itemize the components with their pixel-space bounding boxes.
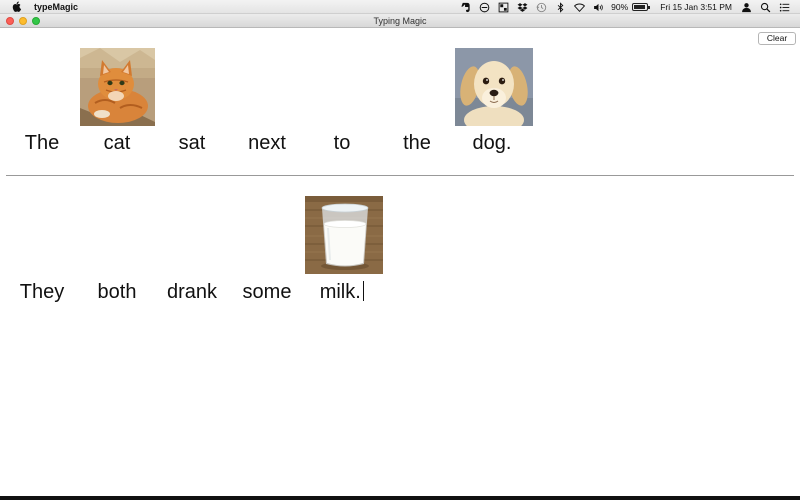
milk-picture bbox=[305, 196, 383, 274]
evernote-icon[interactable] bbox=[460, 2, 471, 13]
word-text[interactable]: cat bbox=[80, 131, 154, 155]
word-text[interactable]: dog. bbox=[455, 131, 529, 155]
battery-icon[interactable] bbox=[632, 3, 651, 11]
window-manager-icon[interactable] bbox=[498, 2, 509, 13]
dog-picture bbox=[455, 48, 533, 126]
window-bottom-edge bbox=[0, 496, 800, 500]
cat-picture bbox=[80, 48, 155, 126]
spotlight-search-icon[interactable] bbox=[760, 2, 771, 13]
dropbox-icon[interactable] bbox=[517, 2, 528, 13]
status-area: 90% Fri 15 Jan 3:51 PM bbox=[456, 0, 794, 14]
wifi-icon[interactable] bbox=[574, 2, 586, 13]
time-machine-icon[interactable] bbox=[536, 2, 547, 13]
user-icon[interactable] bbox=[741, 2, 752, 13]
word-text[interactable]: the bbox=[380, 131, 454, 155]
clear-button[interactable]: Clear bbox=[758, 32, 796, 45]
volume-icon[interactable] bbox=[593, 2, 604, 13]
battery-percent[interactable]: 90% bbox=[611, 0, 628, 14]
clock[interactable]: Fri 15 Jan 3:51 PM bbox=[660, 0, 732, 14]
menu-bar: typeMagic 90% Fri 15 Jan 3:51 PM bbox=[0, 0, 800, 14]
word-text[interactable]: drank bbox=[155, 280, 229, 304]
battery-fill bbox=[634, 5, 645, 9]
notification-center-icon[interactable] bbox=[779, 2, 790, 13]
word-text[interactable]: to bbox=[305, 131, 379, 155]
bluetooth-icon[interactable] bbox=[555, 1, 566, 13]
sentence-divider bbox=[6, 175, 794, 176]
app-menu-name[interactable]: typeMagic bbox=[34, 1, 78, 13]
word-text[interactable]: The bbox=[5, 131, 79, 155]
word-text[interactable]: some bbox=[230, 280, 304, 304]
word-text[interactable]: both bbox=[80, 280, 154, 304]
window-titlebar[interactable]: Typing Magic bbox=[0, 14, 800, 28]
apple-menu-icon[interactable] bbox=[12, 1, 22, 12]
do-not-disturb-icon[interactable] bbox=[479, 2, 490, 13]
current-word[interactable]: milk. bbox=[305, 280, 379, 304]
window-title: Typing Magic bbox=[373, 16, 427, 26]
word-text[interactable]: They bbox=[5, 280, 79, 304]
word-text[interactable]: sat bbox=[155, 131, 229, 155]
word-text: milk. bbox=[319, 281, 361, 303]
word-text[interactable]: next bbox=[230, 131, 304, 155]
text-cursor bbox=[362, 281, 365, 301]
